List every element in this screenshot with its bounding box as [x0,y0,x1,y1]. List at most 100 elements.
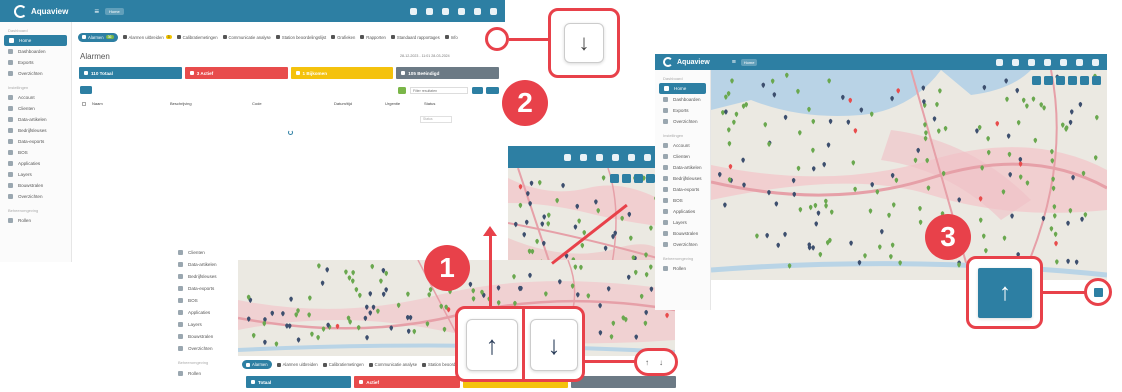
sidebar-item-layers[interactable]: Layers [0,169,71,180]
info-icon[interactable] [580,153,587,161]
sidebar-item-home[interactable]: Home [4,35,67,46]
col-code[interactable]: Code [252,101,262,106]
sidebar-item-bouwstralen[interactable]: Bouwstralen [170,330,238,342]
map-settings-icon[interactable] [1092,76,1101,85]
sidebar-item-layers[interactable]: Layers [655,217,710,228]
grid-icon[interactable] [628,153,635,161]
sidebar-item-bos[interactable]: BOS [0,147,71,158]
map-search-icon[interactable] [610,174,619,183]
map-full[interactable] [711,70,1107,280]
info-icon[interactable] [410,7,417,15]
sidebar-item-exports[interactable]: Exports [0,57,71,68]
map-filter-icon[interactable] [1068,76,1077,85]
select-all-checkbox[interactable] [82,102,86,106]
map-pin-icon[interactable] [1044,76,1053,85]
info-icon[interactable] [1012,58,1019,66]
tab-standaard-rapportages[interactable]: Standaard rapportages [390,35,440,40]
bell-icon[interactable] [1044,58,1051,66]
sidebar-item-bos[interactable]: BOS [655,195,710,206]
card-bijkomen[interactable]: 1 Bijkomen [290,67,394,79]
settings-button[interactable] [80,86,92,94]
collapse-map-button[interactable]: ↓ [564,23,604,63]
tab-alarmen[interactable]: Alarmen [242,360,272,369]
status-filter[interactable]: Status [420,116,452,123]
sidebar-item-clienten[interactable]: Clienten [170,246,238,258]
sidebar-item-data-exports[interactable]: Data-exports [655,184,710,195]
tab-station-beoordelingslijst[interactable]: Station beoordelingslijst [275,35,326,40]
map-layers-icon[interactable] [1056,76,1065,85]
sidebar-item-bedrijfsleuses[interactable]: Bedrijfsleuses [170,270,238,282]
map-pin-icon[interactable] [622,174,631,183]
filter-input[interactable] [410,87,468,94]
flag-icon[interactable] [490,7,497,15]
sidebar-item-dashboarden[interactable]: Dashboarden [0,46,71,57]
map-filter-icon[interactable] [646,174,655,183]
tab-calibratiemetingen[interactable]: Calibratiemetingen [176,35,218,40]
sidebar-item-data-artikelen[interactable]: Data-artikelen [655,162,710,173]
flag-icon[interactable] [1092,58,1099,66]
sidebar-item-overzichten[interactable]: Overzichten [655,116,710,127]
card-totaal[interactable]: Totaal [246,376,352,388]
bell-icon[interactable] [442,7,449,15]
sidebar-item-data-exports[interactable]: Data-exports [0,136,71,147]
chat-icon[interactable] [564,153,571,161]
tab-grafieken[interactable]: Grafieken [331,35,355,40]
search-icon[interactable] [426,7,433,15]
user-icon[interactable] [644,153,651,161]
sidebar-item-data-exports[interactable]: Data-exports [170,282,238,294]
tab-calibratiemetingen[interactable]: Calibratiemetingen [322,362,364,367]
tab-alarmen[interactable]: Alarmen 36 [78,32,118,42]
card-actief[interactable]: 3 Actief [184,67,288,79]
sidebar-item-home[interactable]: Home [659,83,706,94]
user-icon[interactable] [474,7,481,15]
sidebar-item-overzichten[interactable]: Overzichten [170,342,238,354]
sidebar-item-dashboarden[interactable]: Dashboarden [655,94,710,105]
map-layers-icon[interactable] [634,174,643,183]
bell-icon[interactable] [612,153,619,161]
grid-icon[interactable] [458,7,465,15]
search-icon[interactable] [1028,58,1035,66]
sidebar-item-clienten[interactable]: Clienten [655,151,710,162]
map-search-icon[interactable] [1032,76,1041,85]
col-urgentie[interactable]: Urgentie [385,101,400,106]
sidebar-item-applicaties[interactable]: Applicaties [655,206,710,217]
down-small-icon[interactable]: ↓ [659,358,663,367]
grid-icon[interactable] [1060,58,1067,66]
menu-icon[interactable]: ≡ [732,59,736,66]
chat-icon[interactable] [996,58,1003,66]
sidebar-item-layers[interactable]: Layers [170,318,238,330]
sidebar-item-bos[interactable]: BOS [170,294,238,306]
excel-button[interactable] [398,87,406,94]
col-datum[interactable]: Datum/tijd [334,101,352,106]
home-chip[interactable]: Home [740,58,758,66]
sidebar-item-bedrijfsleuses[interactable]: Bedrijfsleuses [0,125,71,136]
home-chip[interactable]: Home [105,7,124,15]
expand-map-button[interactable]: ↑ [466,319,518,371]
sidebar-item-account[interactable]: Account [655,140,710,151]
date-range[interactable]: 28-12-2023 - 11:01 28-03-2024 [400,54,450,58]
sidebar-item-overzichten-2[interactable]: Overzichten [0,191,71,202]
sidebar-item-account[interactable]: Account [0,92,71,103]
tab-communicatie-analyse[interactable]: Communicatie analyse [368,362,417,367]
map-list-icon[interactable] [1080,76,1089,85]
sidebar-item-clienten[interactable]: Clienten [0,103,71,114]
tab-alarmen-uitbreiden[interactable]: Alarmen uitbreiden 3 [122,35,172,40]
sidebar-item-data-artikelen[interactable]: Data-artikelen [0,114,71,125]
up-small-icon[interactable]: ↑ [645,358,649,367]
col-naam[interactable]: Naam [92,101,103,106]
user-icon[interactable] [1076,58,1083,66]
col-beschrijving[interactable]: Beschrijving [170,101,192,106]
sidebar-item-rollen[interactable]: Rollen [0,215,71,226]
app-logo[interactable]: Aquaview [663,57,710,67]
card-actief[interactable]: Actief [354,376,460,388]
collapse-map-button[interactable]: ↓ [530,319,578,371]
export-button[interactable] [486,87,499,94]
tab-communicatie-analyse[interactable]: Communicatie analyse [222,35,271,40]
sidebar-item-applicaties[interactable]: Applicaties [170,306,238,318]
sidebar-item-applicaties[interactable]: Applicaties [0,158,71,169]
sidebar-item-overzichten-2[interactable]: Overzichten [655,239,710,250]
sidebar-item-bouwstralen[interactable]: Bouwstralen [655,228,710,239]
app-logo[interactable]: Aquaview [14,4,68,18]
sidebar-item-data-artikelen[interactable]: Data-artikelen [170,258,238,270]
columns-button[interactable] [472,87,483,94]
